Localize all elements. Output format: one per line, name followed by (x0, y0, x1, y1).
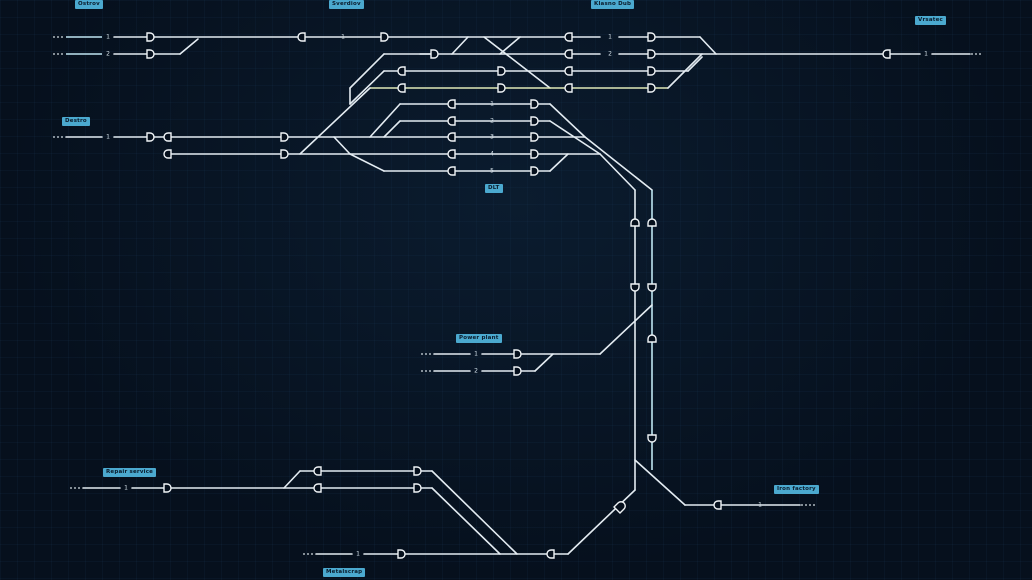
signal-icon[interactable] (413, 466, 422, 476)
track-number: 2 (106, 51, 110, 58)
signal-icon[interactable] (447, 149, 456, 159)
signal-icon[interactable] (280, 132, 289, 142)
signal-icon[interactable] (313, 466, 322, 476)
station-label-klasno-dub[interactable]: Klasno Dub (591, 0, 635, 9)
signal-icon[interactable] (630, 283, 640, 292)
station-label-iron-factory[interactable]: Iron factory (774, 485, 819, 494)
signal-icon[interactable] (882, 49, 891, 59)
signal-icon[interactable] (647, 334, 657, 343)
signal-icon[interactable] (146, 132, 155, 142)
signal-icon[interactable] (163, 149, 172, 159)
signal-icon[interactable] (430, 49, 439, 59)
track-number: 1 (106, 134, 110, 141)
station-label-sverdiov[interactable]: Sverdiov (329, 0, 364, 9)
signal-icon[interactable] (564, 66, 573, 76)
signal-icon[interactable] (530, 149, 539, 159)
signal-icon[interactable] (647, 49, 656, 59)
station-label-destro[interactable]: Destro (62, 117, 90, 126)
trunk-tracks (567, 189, 815, 555)
track-number: 1 (474, 351, 478, 358)
signal-icon[interactable] (513, 366, 522, 376)
signal-icon[interactable] (397, 549, 406, 559)
signal-icon[interactable] (413, 483, 422, 493)
signal-icon[interactable] (647, 32, 656, 42)
track-number: 5 (490, 168, 494, 175)
signal-icon[interactable] (447, 132, 456, 142)
signal-icon[interactable] (546, 549, 555, 559)
signal-icon[interactable] (513, 349, 522, 359)
signal-icon[interactable] (280, 149, 289, 159)
signal-icon[interactable] (297, 32, 306, 42)
signal-icon[interactable] (530, 116, 539, 126)
signal-icon[interactable] (146, 32, 155, 42)
station-label-vrsatec[interactable]: Vrsatec (915, 16, 946, 25)
signal-icon[interactable] (530, 166, 539, 176)
top-main-tracks (53, 36, 983, 89)
track-number: 4 (490, 151, 494, 158)
signal-icon[interactable] (647, 66, 656, 76)
track-diagram: 1 2 1 1 2 1 1 1 2 3 4 5 1 2 1 1 1 (53, 32, 983, 559)
track-number: 1 (124, 485, 128, 492)
railway-map: 1 2 1 1 2 1 1 1 2 3 4 5 1 2 1 1 1 Ostrov… (0, 0, 1032, 580)
signal-icon[interactable] (447, 166, 456, 176)
station-label-power-plant[interactable]: Power plant (456, 334, 502, 343)
dlt-yard-tracks (349, 103, 653, 191)
track-number: 1 (608, 34, 612, 41)
track-number: 1 (924, 51, 928, 58)
destro-tracks (53, 136, 451, 155)
signal-icon[interactable] (647, 283, 657, 292)
track-number: 2 (474, 368, 478, 375)
station-label-ostrov[interactable]: Ostrov (75, 0, 103, 9)
signal-icon[interactable] (146, 49, 155, 59)
station-label-repair-service[interactable]: Repair service (103, 468, 157, 477)
signal-icon[interactable] (564, 83, 573, 93)
signal-icon[interactable] (163, 483, 172, 493)
signal-icon[interactable] (647, 83, 656, 93)
station-label-metalscrap[interactable]: Metalscrap (323, 568, 366, 577)
signal-icon[interactable] (647, 434, 657, 443)
signal-icon[interactable] (313, 483, 322, 493)
signal-icon[interactable] (447, 116, 456, 126)
signal-icon[interactable] (564, 49, 573, 59)
signal-icon[interactable] (163, 132, 172, 142)
signal-icon[interactable] (497, 66, 506, 76)
signals (146, 32, 891, 559)
signal-icon[interactable] (530, 132, 539, 142)
signal-icon[interactable] (713, 500, 722, 510)
track-number: 1 (341, 34, 345, 41)
signal-icon[interactable] (564, 32, 573, 42)
track-number: 3 (490, 134, 494, 141)
station-label-dlt[interactable]: DLT (485, 184, 503, 193)
track-numbers: 1 2 1 1 2 1 1 1 2 3 4 5 1 2 1 1 1 (106, 34, 928, 558)
track-number: 2 (490, 118, 494, 125)
signal-icon[interactable] (447, 99, 456, 109)
signal-icon[interactable] (647, 218, 657, 227)
signal-icon[interactable] (380, 32, 389, 42)
track-number: 1 (106, 34, 110, 41)
signal-icon[interactable] (530, 99, 539, 109)
track-number: 1 (490, 101, 494, 108)
signal-icon[interactable] (613, 501, 626, 514)
track-number: 1 (356, 551, 360, 558)
signal-icon[interactable] (397, 66, 406, 76)
signal-icon[interactable] (630, 218, 640, 227)
signal-icon[interactable] (497, 83, 506, 93)
track-number: 1 (758, 502, 762, 509)
signal-icon[interactable] (397, 83, 406, 93)
repair-service-tracks (70, 470, 518, 555)
track-number: 2 (608, 51, 612, 58)
